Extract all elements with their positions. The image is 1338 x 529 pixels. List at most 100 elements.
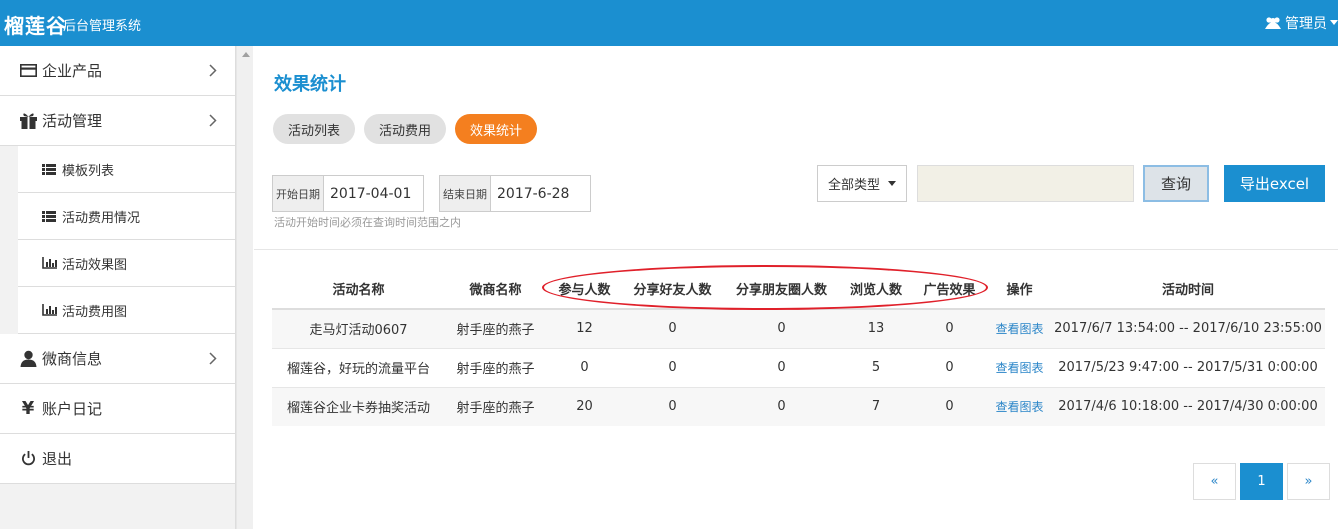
cell-ad-effect: 0 bbox=[911, 347, 988, 387]
page-title: 效果统计 bbox=[274, 74, 346, 95]
cell-activity-name: 走马灯活动0607 bbox=[272, 308, 445, 348]
cell-activity-name: 榴莲谷，好玩的流量平台 bbox=[272, 347, 445, 387]
caret-down-icon bbox=[1330, 20, 1338, 26]
end-date-label: 结束日期 bbox=[440, 176, 491, 211]
start-date-field[interactable]: 开始日期 2017-04-01 bbox=[272, 175, 424, 212]
cell-participants: 20 bbox=[546, 386, 623, 426]
start-date-label: 开始日期 bbox=[273, 176, 324, 211]
table-header-row: 活动名称 微商名称 参与人数 分享好友人数 分享朋友圈人数 浏览人数 广告效果 … bbox=[272, 269, 1325, 310]
view-chart-link[interactable]: 查看图表 bbox=[995, 361, 1043, 375]
sidebar-subitem-costs[interactable]: 活动费用情况 bbox=[18, 193, 235, 240]
sidebar-item-account-log[interactable]: ¥ 账户日记 bbox=[0, 384, 235, 434]
date-hint: 活动开始时间必须在查询时间范围之内 bbox=[274, 216, 461, 229]
top-bar: 榴莲谷 后台管理系统 管理员 bbox=[0, 0, 1338, 46]
sidebar-subitem-effect-chart[interactable]: 活动效果图 bbox=[18, 240, 235, 287]
cell-time: 2017/5/23 9:47:00 -- 2017/5/31 0:00:00 bbox=[1051, 347, 1325, 387]
next-page-button[interactable]: » bbox=[1287, 463, 1330, 500]
column-header[interactable]: 浏览人数 bbox=[841, 269, 911, 310]
column-header[interactable]: 广告效果 bbox=[911, 269, 988, 310]
page-1-button[interactable]: 1 bbox=[1240, 463, 1283, 500]
users-icon bbox=[1264, 16, 1282, 30]
end-date-field[interactable]: 结束日期 2017-6-28 bbox=[439, 175, 591, 212]
sidebar-subitem-templates[interactable]: 模板列表 bbox=[18, 146, 235, 193]
scrollbar[interactable] bbox=[236, 46, 253, 529]
pagination: « 1 » bbox=[1189, 463, 1330, 500]
column-header[interactable]: 活动名称 bbox=[272, 269, 445, 310]
column-header[interactable]: 参与人数 bbox=[546, 269, 623, 310]
type-select-value: 全部类型 bbox=[828, 178, 881, 193]
query-button[interactable]: 查询 bbox=[1143, 165, 1209, 202]
cell-views: 7 bbox=[841, 386, 911, 426]
list-icon bbox=[42, 163, 58, 175]
main-content: 效果统计 活动列表 活动费用 效果统计 开始日期 2017-04-01 结束日期… bbox=[254, 46, 1338, 529]
cell-share-moments: 0 bbox=[722, 347, 841, 387]
list-icon bbox=[42, 210, 58, 222]
cell-participants: 0 bbox=[546, 347, 623, 387]
tab-activity-list[interactable]: 活动列表 bbox=[273, 114, 356, 144]
bar-chart-icon bbox=[42, 257, 58, 269]
cell-ad-effect: 0 bbox=[911, 386, 988, 426]
sidebar-item-label: 退出 bbox=[42, 450, 73, 468]
sidebar: 企业产品 活动管理 模板列表 活动费用情况 活动效果图 活动费用图 微商信息 ¥… bbox=[0, 46, 236, 529]
sidebar-item-label: 账户日记 bbox=[42, 400, 103, 418]
start-date-input[interactable]: 2017-04-01 bbox=[324, 186, 411, 202]
cell-merchant: 射手座的燕子 bbox=[445, 308, 546, 348]
stats-table: 活动名称 微商名称 参与人数 分享好友人数 分享朋友圈人数 浏览人数 广告效果 … bbox=[272, 269, 1325, 426]
caret-down-icon bbox=[888, 181, 897, 186]
cell-share-moments: 0 bbox=[722, 308, 841, 348]
cell-merchant: 射手座的燕子 bbox=[445, 347, 546, 387]
prev-page-button[interactable]: « bbox=[1193, 463, 1236, 500]
chevron-right-icon bbox=[209, 63, 217, 81]
table-row: 榴莲谷，好玩的流量平台 射手座的燕子 0 0 0 5 0 查看图表 2017/5… bbox=[272, 347, 1325, 387]
cell-views: 13 bbox=[841, 308, 911, 348]
yen-icon: ¥ bbox=[21, 398, 35, 419]
cell-share-moments: 0 bbox=[722, 386, 841, 426]
cell-time: 2017/6/7 13:54:00 -- 2017/6/10 23:55:00 bbox=[1051, 308, 1325, 348]
cell-action: 查看图表 bbox=[988, 347, 1051, 387]
sidebar-item-label: 企业产品 bbox=[42, 62, 103, 80]
user-icon bbox=[18, 350, 38, 367]
user-menu[interactable]: 管理员 bbox=[1264, 13, 1338, 33]
card-icon bbox=[18, 64, 38, 77]
bar-chart-icon bbox=[42, 304, 58, 316]
column-header: 操作 bbox=[988, 269, 1051, 310]
sidebar-item-label: 活动管理 bbox=[42, 112, 103, 130]
cell-action: 查看图表 bbox=[988, 308, 1051, 348]
export-excel-button[interactable]: 导出excel bbox=[1224, 165, 1325, 202]
chevron-right-icon bbox=[209, 351, 217, 369]
gift-icon bbox=[18, 112, 38, 129]
view-chart-link[interactable]: 查看图表 bbox=[995, 322, 1043, 336]
cell-time: 2017/4/6 10:18:00 -- 2017/4/30 0:00:00 bbox=[1051, 386, 1325, 426]
column-header[interactable]: 分享好友人数 bbox=[623, 269, 722, 310]
sidebar-item-products[interactable]: 企业产品 bbox=[0, 46, 235, 96]
sidebar-item-logout[interactable]: 退出 bbox=[0, 434, 235, 484]
brand-subtitle: 后台管理系统 bbox=[63, 19, 142, 34]
brand-logo[interactable]: 榴莲谷 bbox=[4, 10, 67, 39]
cell-activity-name: 榴莲谷企业卡券抽奖活动 bbox=[272, 386, 445, 426]
user-name: 管理员 bbox=[1285, 16, 1327, 32]
cell-share-friends: 0 bbox=[623, 347, 722, 387]
sidebar-subitem-cost-chart[interactable]: 活动费用图 bbox=[18, 287, 235, 334]
table-row: 走马灯活动0607 射手座的燕子 12 0 0 13 0 查看图表 2017/6… bbox=[272, 308, 1325, 348]
tab-bar: 活动列表 活动费用 效果统计 bbox=[273, 114, 538, 144]
scroll-up-arrow-icon[interactable] bbox=[242, 52, 250, 57]
column-header[interactable]: 微商名称 bbox=[445, 269, 546, 310]
table-row: 榴莲谷企业卡券抽奖活动 射手座的燕子 20 0 0 7 0 查看图表 2017/… bbox=[272, 386, 1325, 426]
cell-ad-effect: 0 bbox=[911, 308, 988, 348]
sidebar-item-label: 微商信息 bbox=[42, 350, 103, 368]
sidebar-item-activities[interactable]: 活动管理 bbox=[0, 96, 235, 146]
view-chart-link[interactable]: 查看图表 bbox=[995, 400, 1043, 414]
column-header[interactable]: 分享朋友圈人数 bbox=[722, 269, 841, 310]
cell-action: 查看图表 bbox=[988, 386, 1051, 426]
tab-effect-stats[interactable]: 效果统计 bbox=[455, 114, 538, 144]
end-date-input[interactable]: 2017-6-28 bbox=[491, 186, 569, 202]
search-input[interactable] bbox=[917, 165, 1134, 202]
sidebar-item-merchants[interactable]: 微商信息 bbox=[0, 334, 235, 384]
power-icon bbox=[18, 451, 38, 466]
type-select[interactable]: 全部类型 bbox=[817, 165, 907, 202]
sidebar-subitem-label: 活动费用图 bbox=[62, 304, 128, 320]
column-header[interactable]: 活动时间 bbox=[1051, 269, 1325, 310]
sidebar-subitem-label: 模板列表 bbox=[62, 163, 115, 179]
sidebar-subitem-label: 活动效果图 bbox=[62, 257, 128, 273]
tab-activity-costs[interactable]: 活动费用 bbox=[364, 114, 447, 144]
